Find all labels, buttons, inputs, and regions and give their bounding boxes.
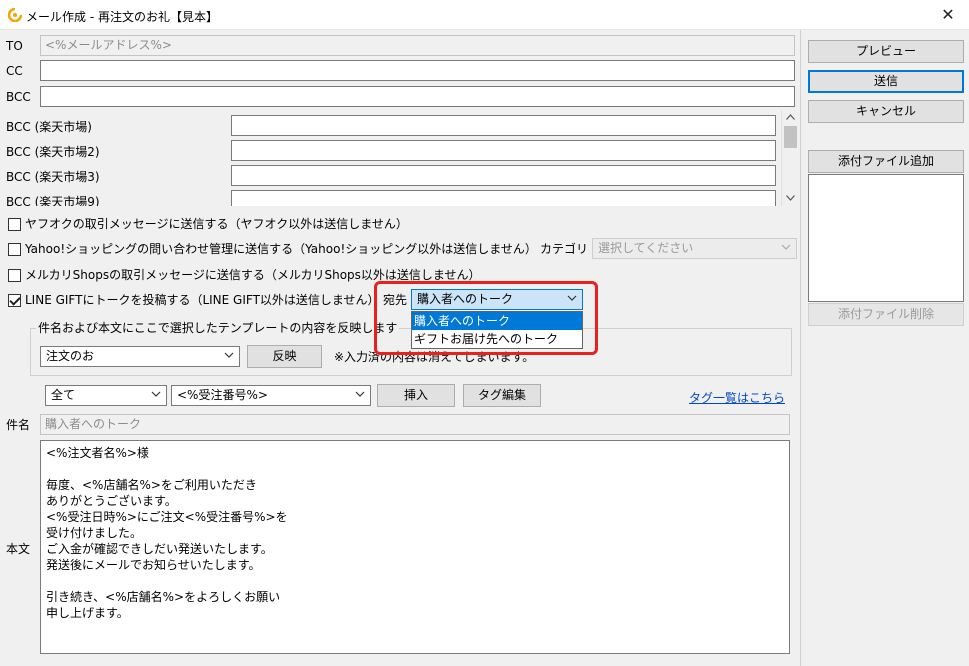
bcc-rakuten-label: BCC (楽天市場) <box>6 120 92 134</box>
send-button[interactable]: 送信 <box>808 70 964 93</box>
preview-button[interactable]: プレビュー <box>808 40 964 63</box>
bcc-marketplace-list: BCC (楽天市場) BCC (楽天市場2) BCC (楽天市場3) BCC (… <box>0 110 800 206</box>
yahoo-shopping-checkbox[interactable] <box>8 243 21 256</box>
yahuoku-label: ヤフオクの取引メッセージに送信する（ヤフオク以外は送信しません） <box>25 217 408 231</box>
tag-select-value: <%受注番号%> <box>177 388 268 402</box>
right-sidebar <box>800 30 969 666</box>
template-group-label: 件名および本文にここで選択したテンプレートの内容を反映します <box>36 321 400 335</box>
scroll-down-icon[interactable] <box>786 195 795 201</box>
template-select-value: 注文のお <box>46 349 95 363</box>
category-select[interactable]: 選択してください <box>592 238 797 259</box>
to-field[interactable]: <%メールアドレス%> <box>40 35 795 56</box>
cancel-button[interactable]: キャンセル <box>808 100 964 123</box>
line-gift-checkbox[interactable] <box>8 294 21 307</box>
bcc-rakuten2-field[interactable] <box>231 140 776 161</box>
cc-field[interactable] <box>40 60 795 81</box>
mercari-checkbox[interactable] <box>8 269 21 282</box>
chevron-down-icon <box>224 352 234 358</box>
chevron-down-icon <box>781 244 791 250</box>
tag-list-link[interactable]: タグ一覧はこちら <box>689 389 785 406</box>
window-title: メール作成 - 再注文のお礼【見本】 <box>26 10 218 24</box>
insert-tag-button[interactable]: 挿入 <box>377 384 455 407</box>
bcc-field[interactable] <box>40 86 795 107</box>
body-label: 本文 <box>6 542 31 556</box>
bcc-rakuten9-field[interactable] <box>231 190 776 206</box>
highlight-annotation <box>374 281 598 355</box>
to-label: TO <box>6 39 23 53</box>
scroll-thumb[interactable] <box>784 126 797 148</box>
title-bar: メール作成 - 再注文のお礼【見本】 ✕ <box>0 0 969 30</box>
bcc-rakuten-field[interactable] <box>231 115 776 136</box>
category-label: カテゴリ <box>540 242 589 256</box>
scroll-up-icon[interactable] <box>786 114 795 120</box>
attachment-list[interactable] <box>808 174 964 302</box>
chevron-down-icon <box>355 391 365 397</box>
chevron-down-icon <box>151 391 161 397</box>
cc-label: CC <box>6 64 23 78</box>
yahoo-shopping-label: Yahoo!ショッピングの問い合わせ管理に送信する（Yahoo!ショッピング以外… <box>25 242 537 256</box>
bcc-rakuten3-field[interactable] <box>231 165 776 186</box>
line-gift-label: LINE GIFTにトークを投稿する（LINE GIFT以外は送信しません） <box>25 293 380 307</box>
apply-template-button[interactable]: 反映 <box>247 345 322 368</box>
add-attachment-button[interactable]: 添付ファイル追加 <box>808 150 964 173</box>
subject-label: 件名 <box>6 418 31 432</box>
category-select-value: 選択してください <box>598 241 694 255</box>
bcc-label: BCC <box>6 90 31 104</box>
yahuoku-checkbox[interactable] <box>8 218 21 231</box>
bcc-rakuten9-label: BCC (楽天市場9) <box>6 195 100 206</box>
subject-field[interactable]: 購入者へのトーク <box>40 414 790 435</box>
bcc-rakuten3-label: BCC (楽天市場3) <box>6 170 100 184</box>
close-icon[interactable]: ✕ <box>937 4 959 26</box>
tag-select[interactable]: <%受注番号%> <box>171 385 371 406</box>
edit-tags-button[interactable]: タグ編集 <box>463 384 541 407</box>
bcc-list-scrollbar[interactable] <box>781 110 798 206</box>
bcc-rakuten2-label: BCC (楽天市場2) <box>6 145 100 159</box>
mercari-label: メルカリShopsの取引メッセージに送信する（メルカリShops以外は送信しませ… <box>25 268 481 282</box>
body-textarea[interactable]: <%注文者名%>様 毎度、<%店舗名%>をご利用いただき ありがとうございます。… <box>40 440 790 654</box>
tag-filter-select[interactable]: 全て <box>45 385 167 406</box>
tag-filter-value: 全て <box>51 388 76 402</box>
template-select[interactable]: 注文のお <box>40 346 240 367</box>
delete-attachment-button[interactable]: 添付ファイル削除 <box>808 303 964 326</box>
app-logo-icon <box>8 8 22 22</box>
